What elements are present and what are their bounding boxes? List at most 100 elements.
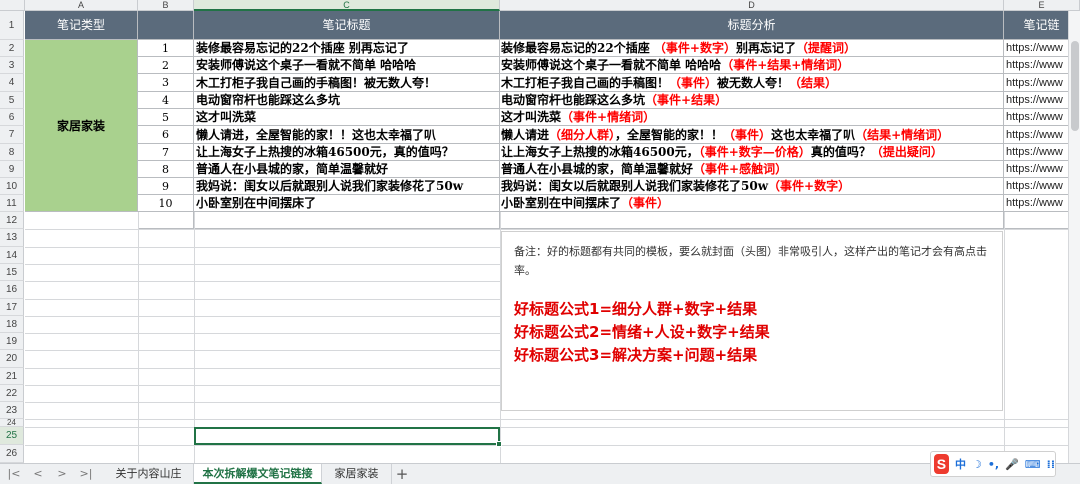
row-number[interactable]: 2 [0, 40, 24, 57]
analysis-tag: （结果） [789, 76, 838, 90]
sogou-logo-icon[interactable]: S [934, 454, 949, 474]
column-header-b[interactable]: B [138, 0, 194, 11]
row-number[interactable]: 24 [0, 419, 24, 427]
title-formula: 好标题公式2=情绪+人设+数字+结果 [514, 323, 770, 341]
column-header-d[interactable]: D [500, 0, 1004, 11]
scrollbar-thumb[interactable] [1071, 41, 1079, 131]
row-index-cell[interactable]: 7 [138, 144, 194, 161]
analysis-tag: （事件+数字） [653, 41, 736, 55]
row-index-cell[interactable]: 5 [138, 109, 194, 126]
row-number[interactable]: 13 [0, 229, 24, 247]
row-number[interactable]: 21 [0, 368, 24, 385]
ime-toolbar[interactable]: S 中 ☽ •, 🎤 ⌨ ⁞⁞ [930, 451, 1056, 477]
row-number[interactable]: 23 [0, 402, 24, 419]
row-number[interactable]: 8 [0, 144, 24, 161]
row-number[interactable]: 4 [0, 74, 24, 92]
note-title-cell[interactable]: 懒人请进，全屋智能的家！！这也太幸福了叭 [194, 126, 500, 144]
header-cell-type[interactable]: 笔记类型 [25, 11, 138, 40]
row-number[interactable]: 26 [0, 445, 24, 463]
row-number[interactable]: 22 [0, 385, 24, 402]
punctuation-icon[interactable]: •, [988, 458, 999, 471]
select-all-corner[interactable] [0, 0, 25, 11]
title-analysis-cell[interactable]: 电动窗帘杆也能踩这么多坑（事件+结果） [500, 92, 1004, 109]
column-header-e[interactable]: E [1004, 0, 1080, 11]
header-cell-empty[interactable] [138, 11, 194, 40]
row-index-cell[interactable]: 9 [138, 178, 194, 195]
row-number[interactable]: 12 [0, 212, 24, 229]
category-merged-cell[interactable]: 家居家装 [25, 40, 138, 212]
row-number[interactable]: 1 [0, 11, 24, 40]
row-index-cell[interactable]: 10 [138, 195, 194, 212]
row-number[interactable]: 20 [0, 350, 24, 368]
fill-handle[interactable] [496, 441, 502, 447]
header-cell-title[interactable]: 笔记标题 [194, 11, 500, 40]
tab-note-links[interactable]: 本次拆解爆文笔记链接 [194, 464, 322, 484]
grid-menu-icon[interactable]: ⁞⁞ [1047, 458, 1055, 471]
title-analysis-cell[interactable]: 懒人请进（细分人群），全屋智能的家！！（事件）这也太幸福了叭（结果+情绪词） [500, 126, 1004, 144]
grid-line [25, 247, 501, 248]
first-sheet-button[interactable]: |< [4, 466, 24, 482]
title-analysis-cell[interactable]: 装修最容易忘记的22个插座 （事件+数字）别再忘记了（提醒词） [500, 40, 1004, 57]
note-title-cell[interactable]: 这才叫洗菜 [194, 109, 500, 126]
title-analysis-cell[interactable]: 普通人在小县城的家，简单温馨就好（事件+感触词） [500, 161, 1004, 178]
next-sheet-button[interactable]: > [52, 466, 72, 482]
note-text-box[interactable]: 备注：好的标题都有共同的模板，要么就封面（头图）非常吸引人，这样产出的笔记才会有… [501, 231, 1003, 411]
empty-cell[interactable] [138, 212, 194, 229]
title-analysis-cell[interactable]: 让上海女子上热搜的冰箱46500元，（事件+数字—价格）真的值吗？（提出疑问） [500, 144, 1004, 161]
note-title-cell[interactable]: 让上海女子上热搜的冰箱46500元，真的值吗？ [194, 144, 500, 161]
analysis-tag: （事件+感触词） [693, 162, 788, 176]
row-index-cell[interactable]: 1 [138, 40, 194, 57]
analysis-tag: （事件+结果+情绪词） [721, 58, 850, 72]
analysis-tag: （事件） [723, 128, 772, 142]
row-number[interactable]: 11 [0, 195, 24, 212]
row-index-cell[interactable]: 4 [138, 92, 194, 109]
microphone-icon[interactable]: 🎤 [1005, 458, 1019, 471]
title-analysis-cell[interactable]: 安装师傅说这个桌子一看就不简单 哈哈哈（事件+结果+情绪词） [500, 57, 1004, 74]
note-title-cell[interactable]: 装修最容易忘记的22个插座 别再忘记了 [194, 40, 500, 57]
spreadsheet-grid[interactable]: A B C D E 1 2 3 4 5 6 7 8 9 10 11 12 13 … [0, 0, 1080, 463]
row-number[interactable]: 19 [0, 333, 24, 350]
note-title-cell[interactable]: 安装师傅说这个桌子一看就不简单 哈哈哈 [194, 57, 500, 74]
title-analysis-cell[interactable]: 这才叫洗菜（事件+情绪词） [500, 109, 1004, 126]
row-index-cell[interactable]: 2 [138, 57, 194, 74]
row-index-cell[interactable]: 8 [138, 161, 194, 178]
moon-icon[interactable]: ☽ [972, 458, 982, 471]
analysis-text: 安装师傅说这个桌子一看就不简单 哈哈哈 [501, 58, 722, 72]
column-header-c[interactable]: C [194, 0, 500, 11]
add-sheet-button[interactable]: + [393, 465, 411, 483]
row-index-cell[interactable]: 6 [138, 126, 194, 144]
selected-cell-c25[interactable] [194, 427, 500, 445]
row-number[interactable]: 18 [0, 316, 24, 333]
last-sheet-button[interactable]: >| [76, 466, 96, 482]
prev-sheet-button[interactable]: < [28, 466, 48, 482]
row-number[interactable]: 9 [0, 161, 24, 178]
row-number[interactable]: 5 [0, 92, 24, 109]
row-number[interactable]: 17 [0, 299, 24, 316]
row-number[interactable]: 3 [0, 57, 24, 74]
row-number[interactable]: 6 [0, 109, 24, 126]
row-number[interactable]: 14 [0, 247, 24, 264]
row-number-active[interactable]: 25 [0, 427, 24, 445]
note-title-cell[interactable]: 我妈说：闺女以后就跟别人说我们家装修花了50w [194, 178, 500, 195]
row-number[interactable]: 10 [0, 178, 24, 195]
vertical-scrollbar[interactable] [1068, 11, 1080, 463]
row-index-cell[interactable]: 3 [138, 74, 194, 92]
note-title-cell[interactable]: 木工打柜子我自己画的手稿图！被无数人夸！ [194, 74, 500, 92]
empty-cell[interactable] [194, 212, 500, 229]
tab-home-decor[interactable]: 家居家装 [322, 464, 392, 484]
column-header-a[interactable]: A [25, 0, 138, 11]
row-number[interactable]: 16 [0, 281, 24, 299]
tab-about[interactable]: 关于内容山庄 [104, 464, 194, 484]
title-analysis-cell[interactable]: 我妈说：闺女以后就跟别人说我们家装修花了50w（事件+数字） [500, 178, 1004, 195]
header-cell-analysis[interactable]: 标题分析 [500, 11, 1004, 40]
row-number[interactable]: 15 [0, 264, 24, 281]
empty-cell[interactable] [500, 212, 1004, 229]
note-title-cell[interactable]: 电动窗帘杆也能踩这么多坑 [194, 92, 500, 109]
title-analysis-cell[interactable]: 木工打柜子我自己画的手稿图！（事件）被无数人夸！（结果） [500, 74, 1004, 92]
ime-language-toggle[interactable]: 中 [955, 456, 966, 472]
row-number[interactable]: 7 [0, 126, 24, 144]
note-title-cell[interactable]: 小卧室别在中间摆床了 [194, 195, 500, 212]
title-analysis-cell[interactable]: 小卧室别在中间摆床了（事件） [500, 195, 1004, 212]
keyboard-icon[interactable]: ⌨ [1025, 458, 1041, 471]
note-title-cell[interactable]: 普通人在小县城的家，简单温馨就好 [194, 161, 500, 178]
